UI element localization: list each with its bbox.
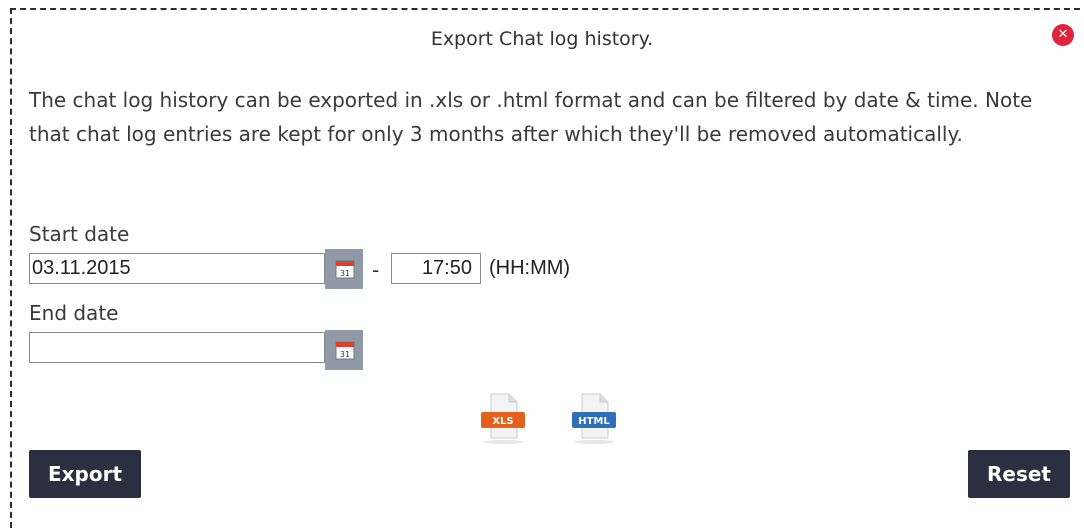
calendar-day: 31: [340, 350, 350, 359]
start-date-label: Start date: [29, 222, 130, 246]
dialog-title: Export Chat log history.: [430, 28, 654, 50]
time-format-hint: (HH:MM): [489, 257, 571, 279]
reset-button[interactable]: Reset: [968, 450, 1070, 498]
time-separator: -: [372, 258, 380, 282]
start-calendar-button[interactable]: 31: [325, 249, 363, 289]
calendar-icon: 31: [335, 341, 355, 360]
calendar-icon: 31: [335, 260, 355, 279]
close-icon[interactable]: ✕: [1052, 24, 1074, 46]
dialog-description: The chat log history can be exported in …: [29, 88, 1033, 146]
html-label: HTML: [578, 416, 610, 427]
start-date-input[interactable]: [29, 253, 325, 284]
start-time-input[interactable]: [391, 253, 481, 284]
end-date-label: End date: [29, 301, 119, 325]
export-button[interactable]: Export: [29, 450, 141, 498]
html-file-icon[interactable]: HTML: [568, 390, 620, 446]
calendar-day: 31: [340, 269, 350, 278]
end-calendar-button[interactable]: 31: [325, 330, 363, 370]
xls-label: XLS: [492, 416, 513, 427]
xls-file-icon[interactable]: XLS: [477, 390, 529, 446]
end-date-input[interactable]: [29, 332, 325, 363]
